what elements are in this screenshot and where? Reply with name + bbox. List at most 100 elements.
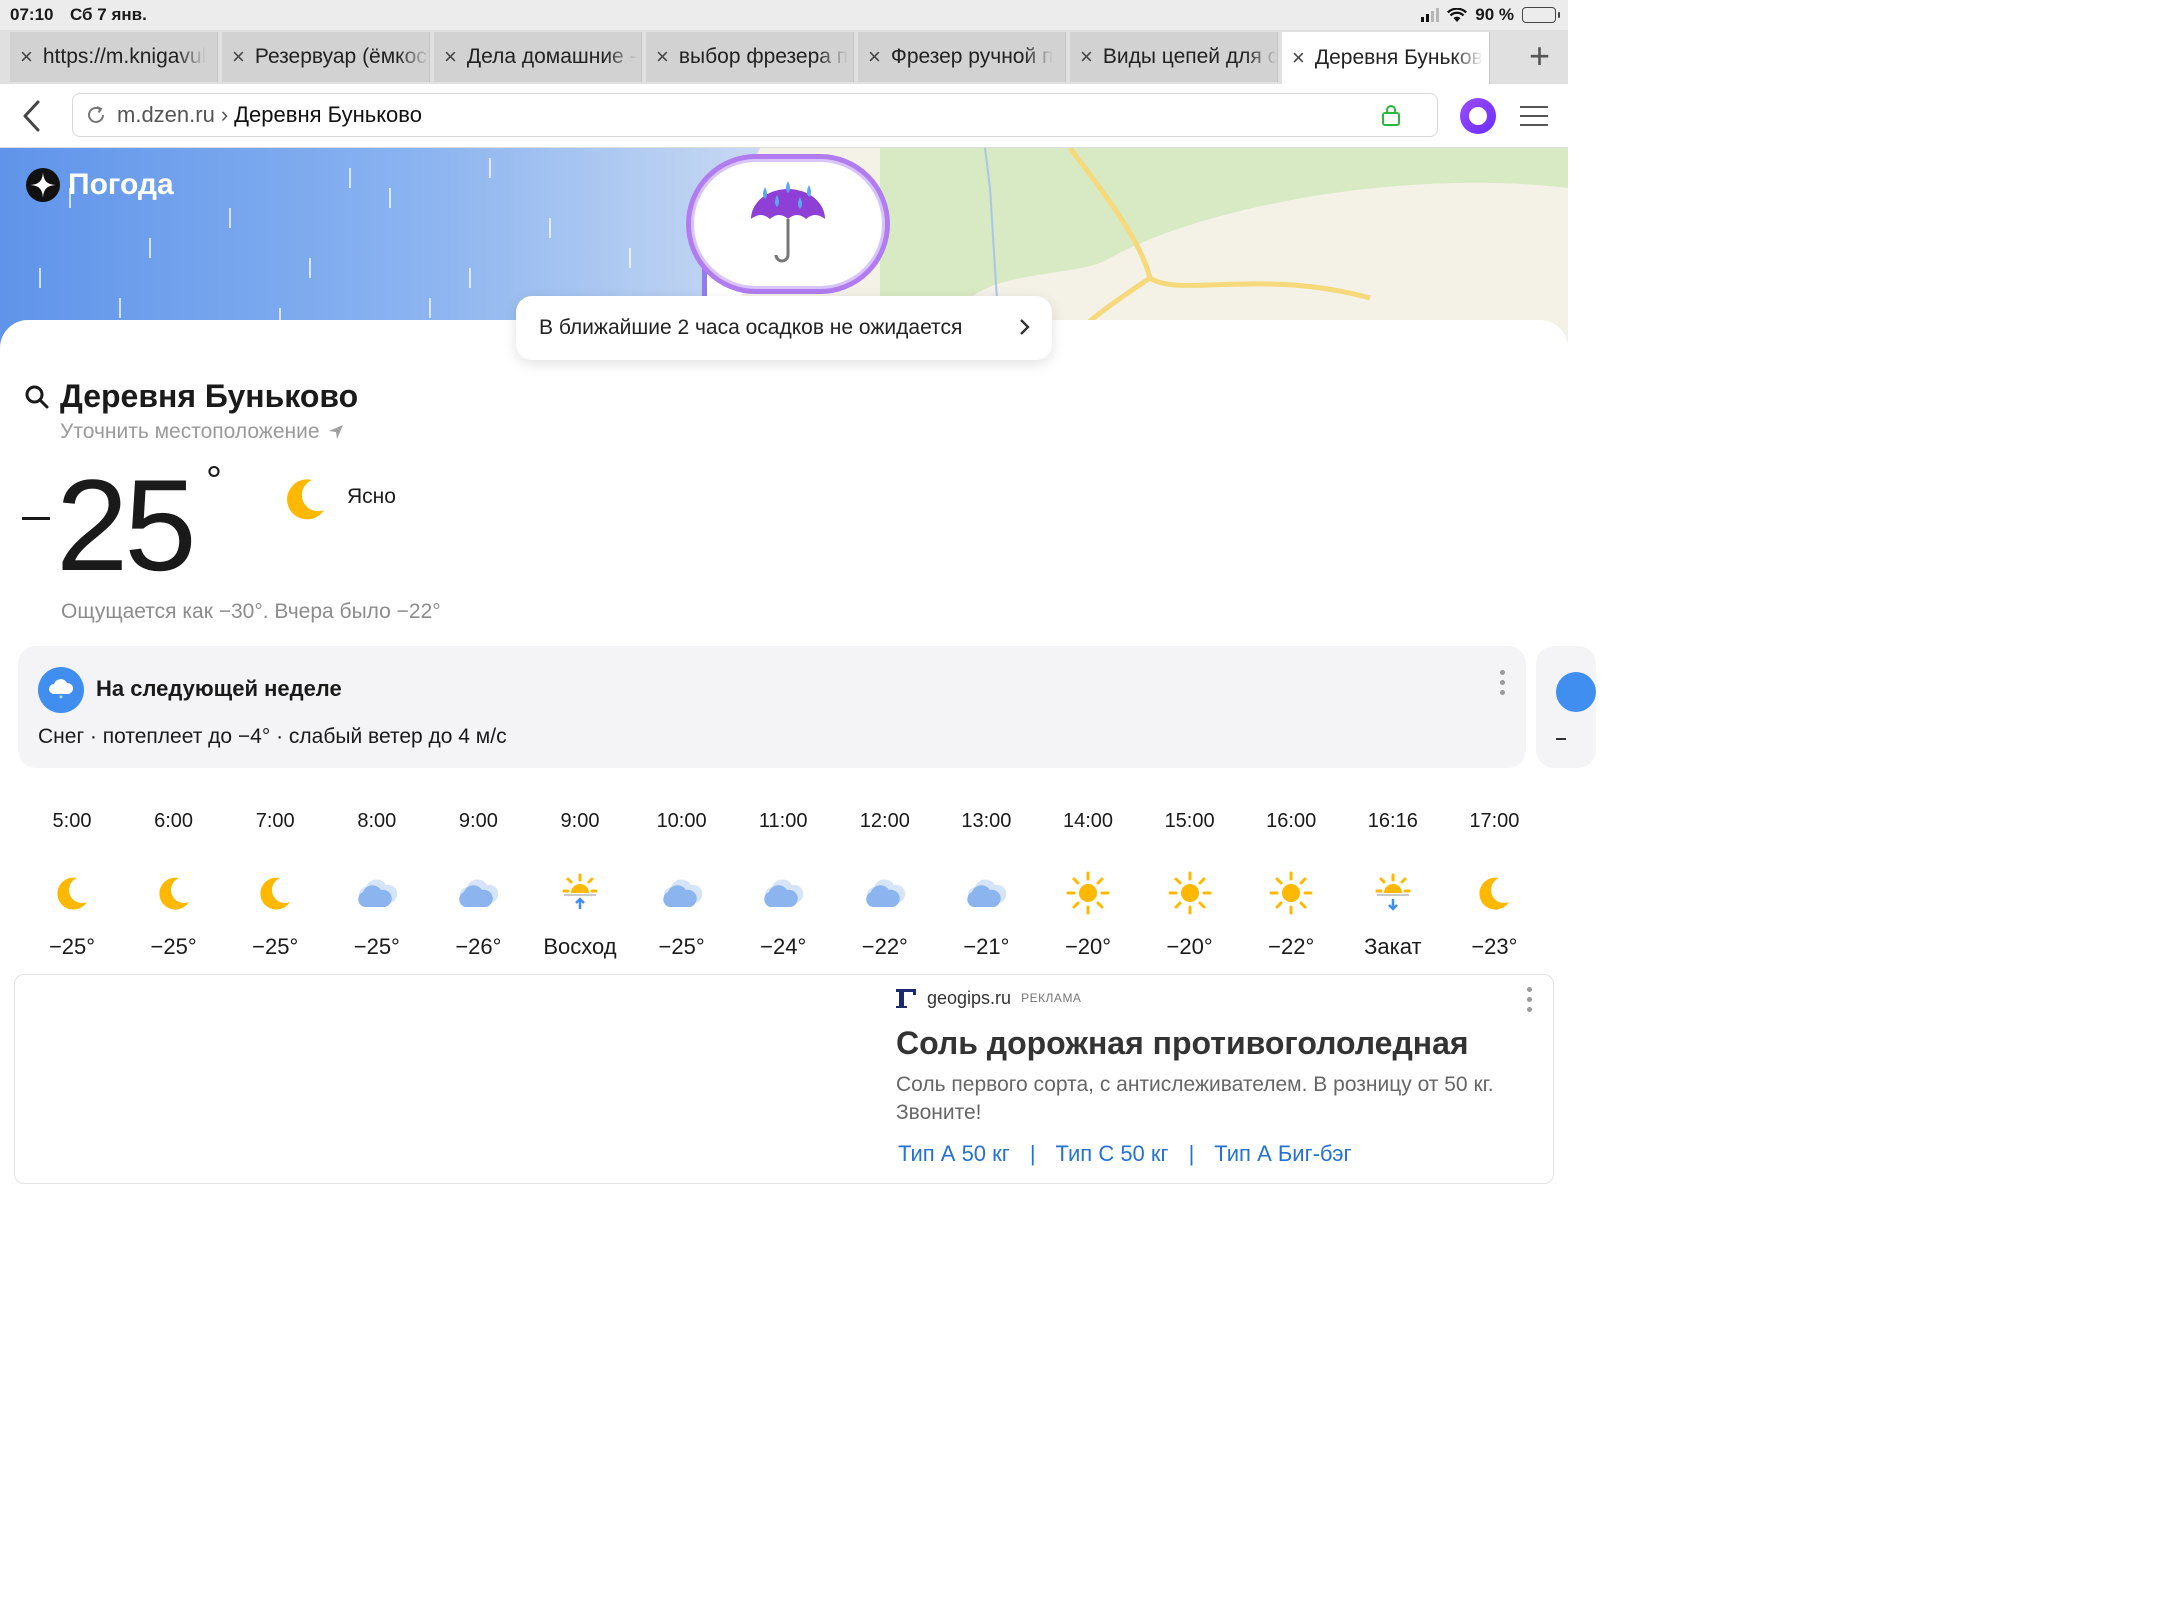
url-field[interactable]: m.dzen.ru › Деревня Буньково xyxy=(72,93,1438,137)
hour-time: 10:00 xyxy=(656,810,707,832)
navigation-arrow-icon xyxy=(328,425,343,439)
hour-value: −25° xyxy=(252,934,299,959)
hour-item[interactable]: 8:00 −25° xyxy=(327,810,427,960)
back-icon[interactable] xyxy=(20,98,42,134)
next-week-description: Снег · потеплеет до −4° · слабый ветер д… xyxy=(38,725,507,748)
battery-icon xyxy=(1522,7,1560,23)
hour-item[interactable]: 12:00 −22° xyxy=(835,810,935,960)
status-time: 07:10 xyxy=(10,5,54,24)
ad-link[interactable]: Тип С 50 кг xyxy=(1056,1141,1169,1167)
ad-text: Соль первого сорта, с антислеживателем. … xyxy=(896,1073,1494,1124)
tab-active[interactable]: × Деревня Буньков xyxy=(1282,32,1490,84)
ad-link[interactable]: Тип А 50 кг xyxy=(898,1141,1010,1167)
tab-title: выбор фрезера п xyxy=(678,45,849,68)
hour-item[interactable]: 14:00 −20° xyxy=(1038,810,1138,960)
moon-icon xyxy=(225,858,325,928)
signal-icon xyxy=(1421,8,1440,22)
ad-domain: geogips.ru xyxy=(927,987,1012,1008)
status-right: 90 % xyxy=(1421,5,1560,25)
tab[interactable]: × Резервуар (ёмкость xyxy=(222,32,430,82)
ad-more-options-icon[interactable] xyxy=(1527,987,1533,1017)
hour-time: 14:00 xyxy=(1062,810,1114,832)
more-options-icon[interactable] xyxy=(1500,670,1506,700)
tab-title: Фрезер ручной п xyxy=(890,45,1054,68)
hour-item[interactable]: 11:00 −24° xyxy=(733,810,833,960)
hour-item[interactable]: 13:00 −21° xyxy=(936,810,1036,960)
nowcast-banner[interactable]: В ближайшие 2 часа осадков не ожидается xyxy=(516,296,1052,360)
close-tab-icon[interactable]: × xyxy=(232,44,245,70)
ad-source[interactable]: geogips.ru РЕКЛАМА xyxy=(895,987,1081,1009)
hour-time: 13:00 xyxy=(961,810,1012,832)
menu-icon[interactable] xyxy=(1520,106,1548,133)
precipitation-bubble[interactable] xyxy=(686,154,890,294)
hour-item[interactable]: 15:00 −20° xyxy=(1140,810,1240,960)
reload-icon[interactable] xyxy=(85,104,107,126)
ad-links: Тип А 50 кг | Тип С 50 кг | Тип А Биг-бэ… xyxy=(898,1141,1352,1167)
sun-icon xyxy=(1140,858,1240,928)
tab[interactable]: × Виды цепей для с xyxy=(1070,32,1278,82)
cloud-icon xyxy=(632,858,732,928)
hour-time: 15:00 xyxy=(1164,810,1215,832)
refine-location-link[interactable]: Уточнить местоположение xyxy=(60,420,344,444)
cloud-icon xyxy=(428,858,528,928)
close-tab-icon[interactable]: × xyxy=(20,44,33,70)
close-tab-icon[interactable]: × xyxy=(444,44,457,70)
next-week-title: На следующей неделе xyxy=(96,676,342,701)
temperature-value: 25 xyxy=(56,452,197,598)
weather-brand[interactable]: Погода xyxy=(26,168,174,202)
hour-time: 11:00 xyxy=(758,810,808,832)
tab[interactable]: × Фрезер ручной п xyxy=(858,32,1066,82)
next-card-peek[interactable] xyxy=(1536,646,1596,768)
close-tab-icon[interactable]: × xyxy=(656,44,669,70)
condition-text: Ясно xyxy=(347,485,396,508)
close-tab-icon[interactable]: × xyxy=(868,44,881,70)
hour-item[interactable]: 16:16 Закат xyxy=(1343,810,1443,960)
hour-value: −20° xyxy=(1064,934,1112,959)
status-date: Сб 7 янв. xyxy=(70,5,147,24)
hour-item[interactable]: 5:00 −25° xyxy=(22,810,122,960)
moon-icon xyxy=(287,479,324,520)
advertisement[interactable]: geogips.ru РЕКЛАМА Соль дорожная противо… xyxy=(14,974,1554,1184)
hour-value: −22° xyxy=(861,934,908,959)
hour-value: −25° xyxy=(48,934,96,959)
hour-value: Закат xyxy=(1364,934,1422,959)
hour-item[interactable]: 9:00 −26° xyxy=(428,810,528,960)
hour-item[interactable]: 6:00 −25° xyxy=(124,810,224,960)
ad-headline[interactable]: Соль дорожная противогололедная xyxy=(896,1025,1469,1062)
tab[interactable]: × https://m.knigavul xyxy=(10,32,218,82)
tab[interactable]: × Дела домашние - xyxy=(434,32,642,82)
close-tab-icon[interactable]: × xyxy=(1080,44,1093,70)
hour-value: −25° xyxy=(150,934,197,959)
hour-time: 5:00 xyxy=(52,810,92,832)
nowcast-text: В ближайшие 2 часа осадков не ожидается xyxy=(539,316,963,339)
hour-value: Восход xyxy=(543,934,617,959)
umbrella-rain-icon xyxy=(751,181,825,263)
moon-icon xyxy=(22,858,122,928)
ad-tag: РЕКЛАМА xyxy=(1021,991,1082,1005)
alice-assistant-icon[interactable] xyxy=(1460,98,1496,134)
url-separator: › xyxy=(220,102,229,127)
ad-link[interactable]: Тип А Биг-бэг xyxy=(1214,1141,1351,1167)
url-page-title: Деревня Буньково xyxy=(234,102,422,127)
hour-item[interactable]: 17:00 −23° xyxy=(1444,810,1544,960)
hour-item[interactable]: 9:00 Восход xyxy=(530,810,630,960)
sun-icon xyxy=(1241,858,1341,928)
hourly-forecast[interactable]: 5:00 −25° 6:00 −25° 7:00 −25° 8:00 −25° 9:00 −26°… xyxy=(22,810,1546,960)
chevron-right-icon xyxy=(1020,319,1030,335)
sun-icon xyxy=(1038,858,1138,928)
hour-item[interactable]: 16:00 −22° xyxy=(1241,810,1341,960)
hour-item[interactable]: 10:00 −25° xyxy=(632,810,732,960)
dzen-logo-icon xyxy=(26,168,60,202)
new-tab-icon[interactable]: + xyxy=(1529,38,1550,74)
hour-time: 8:00 xyxy=(357,810,397,832)
next-week-card[interactable]: * На следующей неделе Снег · потеплеет д… xyxy=(18,646,1526,768)
hour-value: −20° xyxy=(1166,934,1213,959)
hour-time: 6:00 xyxy=(154,810,194,832)
tab[interactable]: × выбор фрезера п xyxy=(646,32,854,82)
location-name[interactable]: Деревня Буньково xyxy=(60,378,358,415)
lock-icon[interactable] xyxy=(1381,104,1401,126)
close-tab-icon[interactable]: × xyxy=(1292,45,1305,71)
location-header[interactable]: Деревня Буньково xyxy=(24,378,358,415)
hour-item[interactable]: 7:00 −25° xyxy=(225,810,325,960)
search-icon[interactable] xyxy=(24,384,50,410)
